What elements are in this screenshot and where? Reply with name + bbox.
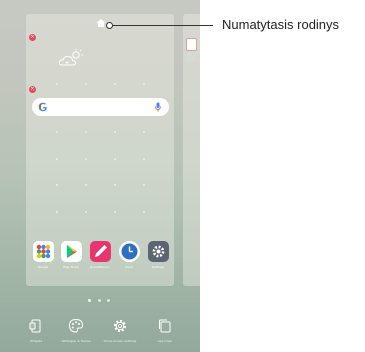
grid-slot-dot: [143, 211, 145, 213]
grid-slot-dot: [143, 158, 145, 160]
grid-slot-dot: [56, 131, 58, 133]
remove-icon[interactable]: ×: [29, 86, 36, 93]
bottom-item-label: Home screen settings: [103, 339, 137, 343]
grid-slot-dot: [143, 131, 145, 133]
app-label: QuickMemo+: [89, 265, 111, 269]
grid-slot-dot: [85, 131, 87, 133]
app-icon: [186, 38, 197, 51]
google-logo-icon: [38, 102, 47, 112]
grid-slot-dot: [85, 211, 87, 213]
home-icon[interactable]: [96, 18, 106, 28]
grid-slot-dot: [56, 158, 58, 160]
play-store-icon[interactable]: [61, 241, 82, 262]
grid-slot-dot: [114, 83, 116, 85]
page-indicator-dot[interactable]: [88, 299, 91, 302]
phone-screen: × × Google Play Store QuickMemo+ Clock S…: [0, 0, 200, 352]
bottom-item-label: Widgets: [29, 339, 43, 343]
gear-icon[interactable]: [112, 318, 128, 334]
grid-slot-dot: [143, 83, 145, 85]
quickmemo-icon[interactable]: [90, 241, 111, 262]
widgets-icon[interactable]: [28, 318, 44, 334]
callout-line: [110, 25, 213, 26]
grid-slot-dot: [85, 83, 87, 85]
app-trash-icon[interactable]: [157, 318, 173, 334]
grid-slot-dot: [143, 184, 145, 186]
bottom-item-label: Wallpaper & theme: [61, 339, 91, 343]
app-label: Settings: [151, 265, 165, 269]
grid-slot-dot: [114, 158, 116, 160]
grid-slot-dot: [85, 184, 87, 186]
grid-slot-dot: [56, 211, 58, 213]
grid-slot-dot: [114, 131, 116, 133]
callout-label: Numatytasis rodinys: [222, 17, 340, 32]
page-indicator-dot[interactable]: [98, 299, 101, 302]
settings-icon[interactable]: [148, 241, 169, 262]
google-folder-icon[interactable]: [33, 241, 54, 262]
grid-slot-dot: [114, 211, 116, 213]
remove-icon[interactable]: ×: [29, 34, 36, 41]
grid-slot-dot: [56, 83, 58, 85]
google-search-bar[interactable]: [32, 98, 169, 116]
grid-slot-dot: [114, 184, 116, 186]
callout-anchor-dot: [106, 22, 113, 29]
app-label: Google: [37, 265, 49, 269]
mic-icon[interactable]: [155, 102, 161, 112]
app-label: Clock: [124, 265, 134, 269]
clock-icon[interactable]: [119, 241, 140, 262]
app-label: Play Store: [63, 265, 79, 269]
grid-slot-dot: [56, 184, 58, 186]
next-home-screen-panel[interactable]: [183, 14, 200, 286]
weather-cloud-icon: [58, 48, 83, 66]
grid-slot-dot: [85, 158, 87, 160]
app-label: [186, 52, 195, 62]
page-indicator-dot[interactable]: [107, 299, 110, 302]
bottom-item-label: App trash: [157, 339, 173, 343]
palette-icon[interactable]: [68, 318, 84, 334]
